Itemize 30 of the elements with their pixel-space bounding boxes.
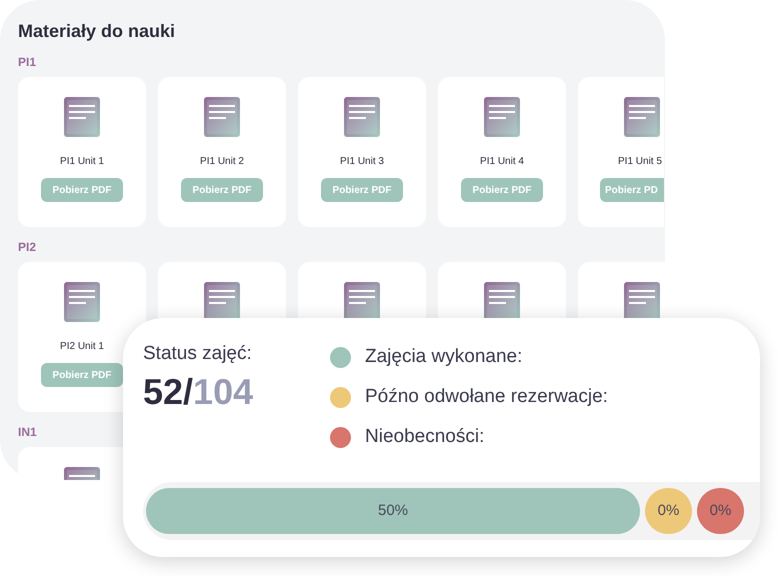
document-icon (204, 97, 240, 137)
download-button[interactable]: Pobierz PDF (40, 178, 124, 202)
status-title: Status zajęć: (143, 342, 253, 366)
document-icon (64, 282, 100, 322)
section-label: PI1 (18, 55, 36, 69)
progress-segment: 0% (645, 488, 692, 534)
legend-label: Zajęcia wykonane: (365, 345, 522, 369)
document-icon (344, 97, 380, 137)
unit-title: PI1 Unit 2 (200, 155, 244, 169)
unit-title: PI1 Unit 4 (480, 155, 524, 169)
download-button[interactable]: Pobierz PDF (40, 363, 124, 387)
section-label: IN1 (18, 425, 37, 439)
unit-title: PI1 Unit 1 (60, 155, 104, 169)
download-button[interactable]: Pobierz PDF (180, 178, 264, 202)
document-icon (64, 97, 100, 137)
download-button[interactable]: Pobierz PDF (320, 178, 404, 202)
progress-segment: 50% (146, 488, 640, 534)
section-label: PI2 (18, 240, 36, 254)
legend-label: Nieobecności: (365, 425, 484, 449)
unit-title: PI1 Unit 3 (340, 155, 384, 169)
status-count: 52/104 (143, 370, 254, 414)
download-button[interactable]: Pobierz PD (600, 178, 664, 202)
unit-title: PI2 Unit 1 (60, 340, 104, 354)
document-icon (484, 97, 520, 137)
progress-segment: 0% (697, 488, 744, 534)
legend-label: Późno odwołane rezerwacje: (365, 385, 608, 409)
panel-title: Materiały do nauki (18, 20, 176, 42)
document-icon (624, 97, 660, 137)
download-button[interactable]: Pobierz PDF (460, 178, 544, 202)
unit-title: PI1 Unit 5 (618, 155, 662, 169)
